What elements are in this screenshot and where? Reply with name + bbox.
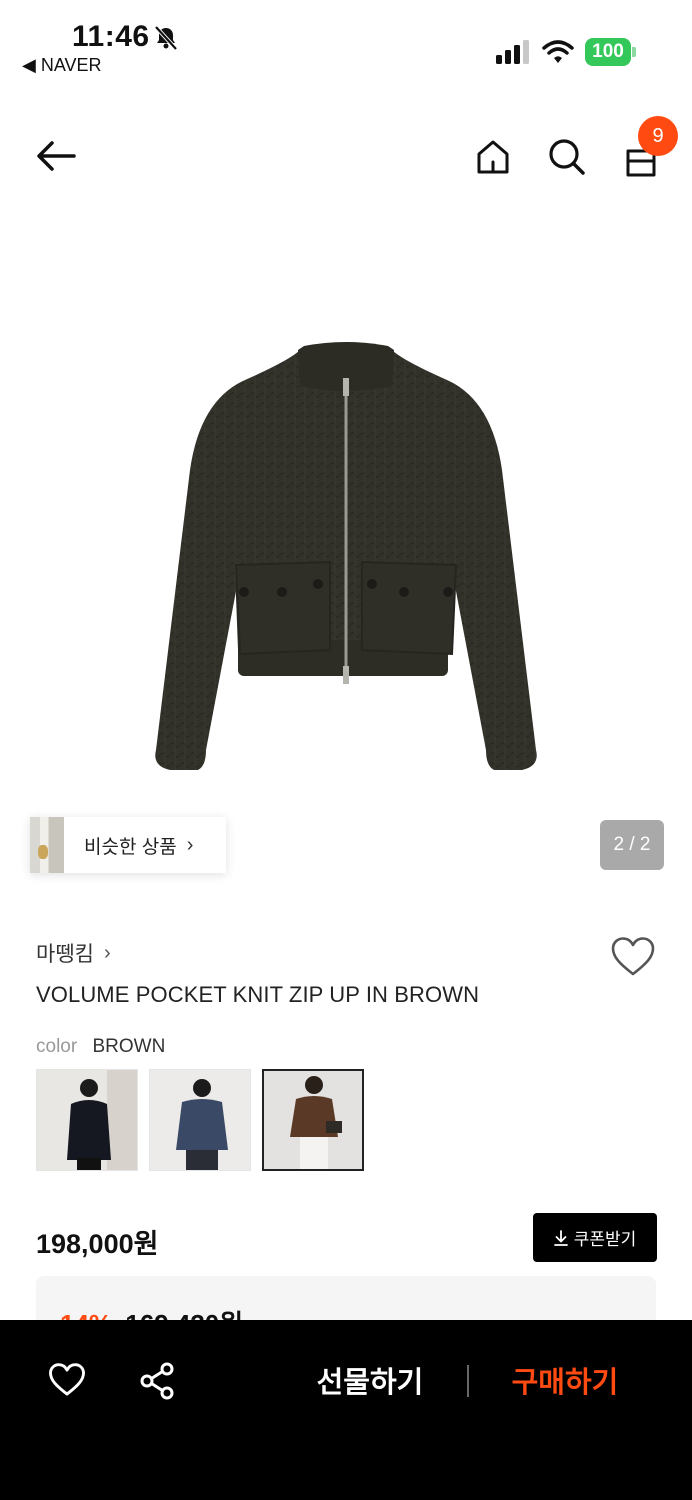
status-bar: 11:46 ◀ NAVER 100 (0, 0, 692, 90)
brand-link[interactable]: 마뗑킴 › (36, 938, 111, 968)
color-option-row: color BROWN (36, 1036, 165, 1058)
product-title: VOLUME POCKET KNIT ZIP UP IN BROWN (36, 982, 480, 1007)
battery-icon: 100 (585, 38, 637, 66)
status-time: 11:46 (72, 20, 150, 53)
chevron-right-icon: › (186, 833, 194, 856)
wifi-icon (542, 40, 574, 63)
gift-button[interactable]: 선물하기 (300, 1358, 440, 1408)
download-icon (553, 1229, 568, 1246)
home-icon (477, 140, 509, 174)
heart-icon (611, 937, 655, 976)
color-label: color (36, 1036, 78, 1057)
buy-button[interactable]: 구매하기 (495, 1358, 635, 1408)
similar-products-label: 비슷한 상품 (84, 836, 177, 858)
share-button[interactable] (139, 1362, 175, 1405)
image-page-indicator: 2 / 2 (600, 820, 664, 870)
product-price: 198,000원 (36, 1229, 159, 1259)
back-button[interactable] (32, 132, 80, 180)
home-button[interactable] (469, 133, 517, 181)
similar-products-button[interactable]: 비슷한 상품 › (30, 817, 226, 873)
color-swatches (36, 1069, 375, 1171)
search-icon (549, 139, 585, 175)
back-arrow-icon (37, 141, 76, 171)
color-swatch-navy[interactable] (149, 1069, 251, 1171)
product-image[interactable] (0, 210, 692, 900)
signal-icon (496, 40, 529, 64)
color-value: BROWN (92, 1036, 166, 1057)
color-swatch-black[interactable] (36, 1069, 138, 1171)
wishlist-button[interactable] (610, 936, 656, 980)
coupon-label: 쿠폰받기 (573, 1230, 637, 1249)
get-coupon-button[interactable]: 쿠폰받기 (533, 1213, 657, 1262)
back-to-naver-link[interactable]: ◀ NAVER (22, 55, 102, 76)
similar-product-thumbnail (30, 817, 64, 873)
bottom-action-bar: 선물하기 구매하기 (0, 1320, 692, 1500)
brand-name: 마뗑킴 (36, 943, 94, 966)
share-icon (140, 1362, 174, 1400)
heart-icon (49, 1363, 85, 1396)
cart-count-badge: 9 (638, 116, 678, 156)
bell-slash-icon (154, 25, 178, 51)
color-swatch-brown[interactable] (262, 1069, 364, 1171)
chevron-right-icon: › (103, 941, 111, 964)
battery-level: 100 (585, 38, 631, 66)
battery-tip (632, 47, 636, 57)
search-button[interactable] (543, 133, 591, 181)
top-nav (0, 100, 692, 210)
divider (467, 1365, 469, 1397)
bottom-wishlist-button[interactable] (48, 1362, 86, 1403)
